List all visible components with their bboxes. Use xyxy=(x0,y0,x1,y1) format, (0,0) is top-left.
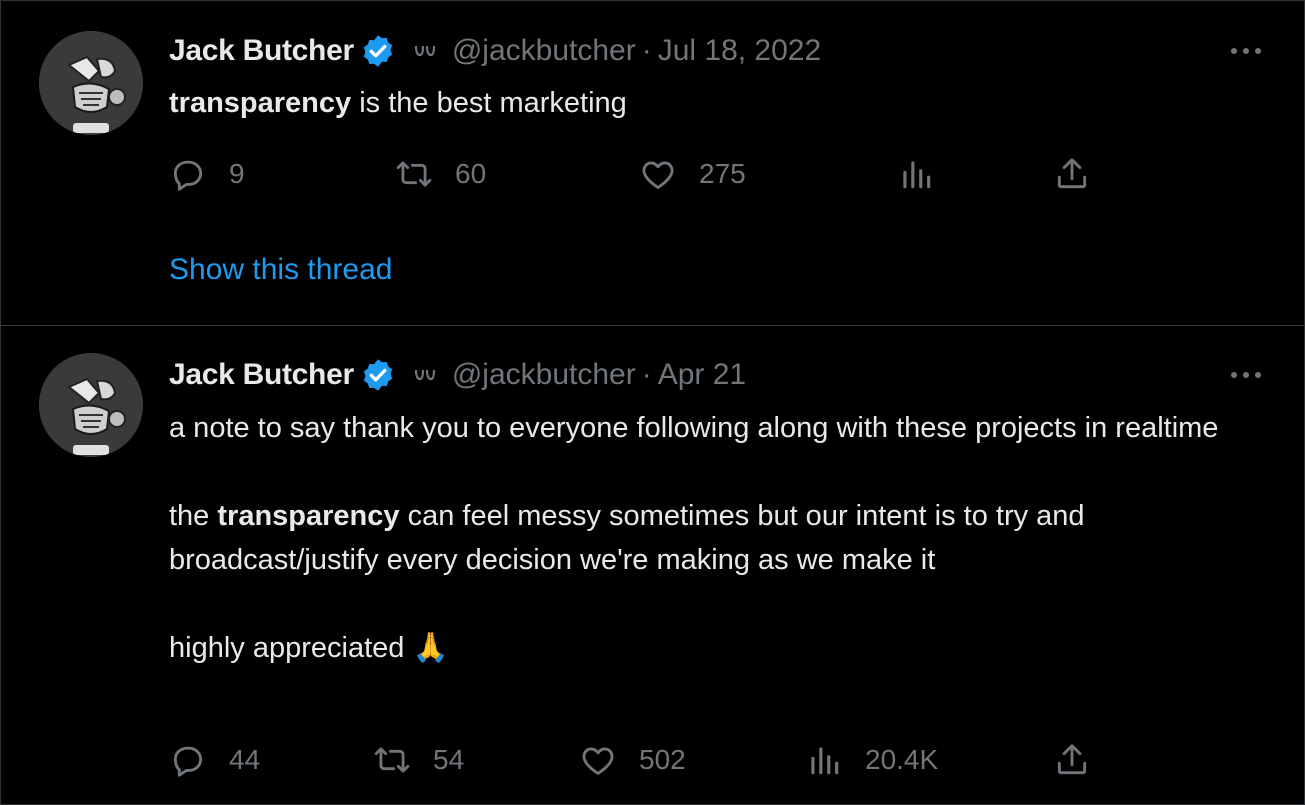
tweet[interactable]: Jack Butcher @jackbutcher · Apr 21 a not… xyxy=(1,326,1304,804)
retweet-count: 54 xyxy=(433,744,465,775)
retweet-count: 60 xyxy=(455,158,487,189)
tweet-date[interactable]: Apr 21 xyxy=(658,358,746,392)
verified-badge-icon xyxy=(363,35,392,67)
author-handle[interactable]: @jackbutcher xyxy=(452,34,636,68)
tweet-text-rest: is the best marketing xyxy=(351,87,627,119)
share-button[interactable] xyxy=(1053,740,1091,780)
author-name[interactable]: Jack Butcher xyxy=(169,34,354,68)
like-count: 502 xyxy=(639,744,686,775)
avatar-image xyxy=(39,353,143,457)
tweet-text: transparency is the best marketing xyxy=(169,81,1279,125)
tweet-paragraph: the transparency can feel messy sometime… xyxy=(169,494,1279,582)
views-button[interactable] xyxy=(897,154,935,194)
avatar-image xyxy=(39,31,143,135)
avatar[interactable] xyxy=(39,31,143,135)
share-button[interactable] xyxy=(1053,154,1091,194)
author-handle[interactable]: @jackbutcher xyxy=(452,358,636,392)
separator-dot: · xyxy=(641,34,652,67)
like-button[interactable]: 275 xyxy=(639,154,746,194)
reply-icon xyxy=(173,160,203,191)
retweet-icon xyxy=(374,747,410,773)
paragraph-start: the xyxy=(169,500,218,532)
show-thread-link[interactable]: Show this thread xyxy=(169,253,392,287)
reply-count: 44 xyxy=(229,744,261,775)
reply-count: 9 xyxy=(229,158,245,189)
share-icon xyxy=(1057,158,1087,189)
reply-icon xyxy=(173,746,203,777)
reply-button[interactable]: 44 xyxy=(169,740,260,780)
affiliate-badge-icon[interactable] xyxy=(412,365,438,385)
more-icon[interactable] xyxy=(1226,41,1266,61)
retweet-button[interactable]: 60 xyxy=(395,154,486,194)
views-icon xyxy=(811,747,839,775)
tweet-paragraph: a note to say thank you to everyone foll… xyxy=(169,412,1219,444)
tweet[interactable]: Jack Butcher @jackbutcher · Jul 18, 2022… xyxy=(1,1,1304,325)
highlight-term: transparency xyxy=(169,87,352,119)
tweet-paragraph: highly appreciated 🙏 xyxy=(169,632,449,664)
avatar[interactable] xyxy=(39,353,143,457)
share-icon xyxy=(1057,744,1087,775)
like-button[interactable]: 502 xyxy=(579,740,686,780)
tweet-header: Jack Butcher @jackbutcher · Jul 18, 2022 xyxy=(169,31,821,71)
retweet-button[interactable]: 54 xyxy=(373,740,464,780)
reply-button[interactable]: 9 xyxy=(169,154,245,194)
author-name[interactable]: Jack Butcher xyxy=(169,358,354,392)
views-icon xyxy=(903,161,931,189)
like-icon xyxy=(642,161,674,189)
tweet-header: Jack Butcher @jackbutcher · Apr 21 xyxy=(169,355,746,395)
separator-dot: · xyxy=(641,358,652,391)
affiliate-badge-icon[interactable] xyxy=(412,41,438,61)
tweet-actions: 9 60 275 xyxy=(169,154,1269,194)
like-icon xyxy=(582,747,614,775)
highlight-term: transparency xyxy=(217,500,400,532)
views-count: 20.4K xyxy=(865,744,939,775)
verified-badge-icon xyxy=(363,359,392,391)
timeline: Jack Butcher @jackbutcher · Jul 18, 2022… xyxy=(0,0,1305,805)
tweet-actions: 44 54 502 20.4K xyxy=(169,740,1269,780)
retweet-icon xyxy=(396,161,432,187)
tweet-date[interactable]: Jul 18, 2022 xyxy=(658,34,821,68)
like-count: 275 xyxy=(699,158,746,189)
more-icon[interactable] xyxy=(1226,365,1266,385)
tweet-text: a note to say thank you to everyone foll… xyxy=(169,406,1279,670)
views-button[interactable]: 20.4K xyxy=(805,740,938,780)
